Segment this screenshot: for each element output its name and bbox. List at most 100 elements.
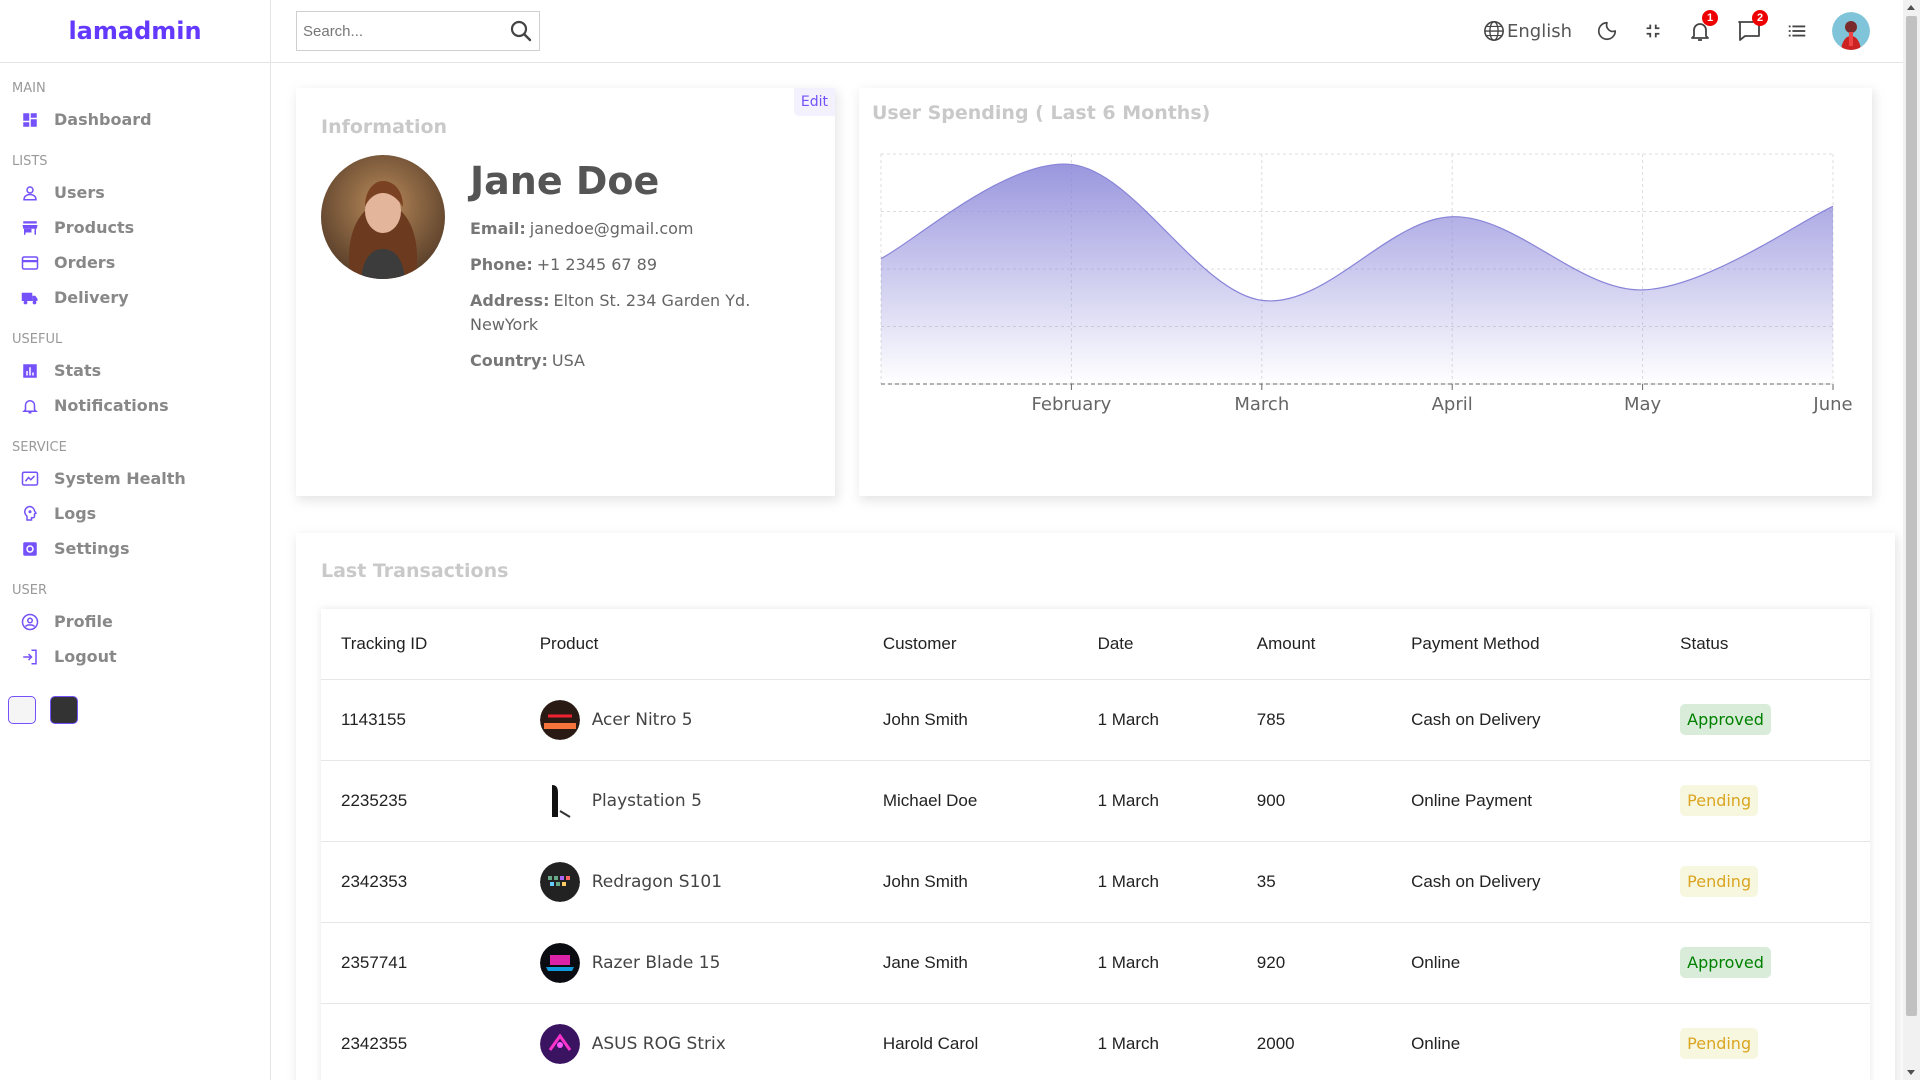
spending-chart: February March April May June xyxy=(880,153,1853,415)
sidebar-item-label: Delivery xyxy=(54,288,129,307)
status-badge: Pending xyxy=(1680,865,1759,897)
sidebar-nav: MAIN Dashboard LISTS Users Products Orders Del… xyxy=(0,63,270,674)
date-cell: 1 March xyxy=(1077,922,1237,1004)
store-icon xyxy=(20,218,40,238)
date-cell: 1 March xyxy=(1077,841,1237,923)
payment-method-cell: Cash on Delivery xyxy=(1391,841,1661,923)
sidebar-item-label: Settings xyxy=(54,539,130,558)
product-image xyxy=(539,861,580,902)
single-user-page: Edit Information Jane Doe Email: janedoe… xyxy=(271,63,1920,1080)
status-badge: Approved xyxy=(1680,946,1771,978)
amount-cell: 35 xyxy=(1236,841,1392,923)
status-cell: Approved xyxy=(1660,679,1870,761)
scrollbar[interactable] xyxy=(1903,0,1920,1080)
scrollbar-thumb[interactable] xyxy=(1906,16,1917,1016)
table-header-row: Tracking ID Product Customer Date Amount Paym… xyxy=(321,609,1870,680)
table-row[interactable]: 2235235 Playstation 5 Michael Doe 1 March 90… xyxy=(321,760,1870,842)
sidebar-section-title: USER xyxy=(12,583,48,598)
status-badge: Pending xyxy=(1680,1027,1759,1059)
sidebar-item-products[interactable]: Products xyxy=(12,210,270,245)
sidebar-item-dashboard[interactable]: Dashboard xyxy=(12,102,270,137)
status-badge: Pending xyxy=(1680,784,1759,816)
table-row[interactable]: 2342355 ASUS ROG Strix Harold Carol 1 March… xyxy=(321,1003,1870,1080)
system-health-icon xyxy=(20,469,40,489)
fullscreen-button[interactable] xyxy=(1642,20,1664,42)
customer-cell: John Smith xyxy=(862,841,1078,923)
edit-button[interactable]: Edit xyxy=(793,88,835,116)
tracking-id-cell: 2342353 xyxy=(321,841,520,923)
sidebar-item-logout[interactable]: Logout xyxy=(12,639,270,674)
language-icon xyxy=(1483,20,1505,42)
sidebar-item-users[interactable]: Users xyxy=(12,175,270,210)
scroll-down-icon[interactable] xyxy=(1907,1070,1915,1075)
sidebar-section-title: USEFUL xyxy=(12,332,63,347)
column-header: Status xyxy=(1660,609,1870,680)
transactions-card: Last Transactions Tracking ID Product Cust… xyxy=(296,533,1895,1080)
product-name: Acer Nitro 5 xyxy=(591,709,693,730)
sidebar-item-profile[interactable]: Profile xyxy=(12,604,270,639)
payment-method-cell: Online Payment xyxy=(1391,760,1661,842)
fullscreen-exit-icon xyxy=(1642,20,1664,42)
product-cell: Redragon S101 xyxy=(519,841,863,923)
credit-card-icon xyxy=(20,253,40,273)
tracking-id-cell: 2357741 xyxy=(321,922,520,1004)
email-key: Email: xyxy=(470,219,526,238)
sidebar-item-label: Products xyxy=(54,218,135,237)
sidebar-item-system-health[interactable]: System Health xyxy=(12,461,270,496)
customer-cell: John Smith xyxy=(862,679,1078,761)
status-cell: Pending xyxy=(1660,760,1870,842)
tracking-id-cell: 2342355 xyxy=(321,1003,520,1080)
address-key: Address: xyxy=(470,291,550,310)
sidebar-item-delivery[interactable]: Delivery xyxy=(12,280,270,315)
information-title: Information xyxy=(321,116,448,138)
logo-area: lamadmin xyxy=(0,0,270,63)
product-image xyxy=(539,1023,580,1064)
logo[interactable]: lamadmin xyxy=(68,17,201,45)
table-row[interactable]: 2342353 Redragon S101 John Smith 1 March 35 C… xyxy=(321,841,1870,923)
search-icon[interactable] xyxy=(509,19,533,43)
list-button[interactable] xyxy=(1786,20,1808,42)
x-tick-label: February xyxy=(1032,394,1112,415)
table-row[interactable]: 2357741 Razer Blade 15 Jane Smith 1 March 92… xyxy=(321,922,1870,1004)
notifications-counter: 1 xyxy=(1702,10,1718,26)
avatar[interactable] xyxy=(1832,12,1870,50)
amount-cell: 2000 xyxy=(1236,1003,1392,1080)
notifications-button[interactable]: 1 xyxy=(1688,10,1718,43)
sidebar-item-settings[interactable]: Settings xyxy=(12,531,270,566)
sidebar-item-stats[interactable]: Stats xyxy=(12,353,270,388)
product-cell: Razer Blade 15 xyxy=(519,922,863,1004)
product-wrapper: Acer Nitro 5 xyxy=(539,699,863,740)
sidebar-item-label: Profile xyxy=(54,612,113,631)
product-wrapper: Redragon S101 xyxy=(539,861,863,902)
sidebar-item-notifications[interactable]: Notifications xyxy=(12,388,270,423)
scroll-up-icon[interactable] xyxy=(1907,5,1915,10)
date-cell: 1 March xyxy=(1077,760,1237,842)
messages-button[interactable]: 2 xyxy=(1736,10,1768,43)
column-header: Tracking ID xyxy=(321,609,520,680)
product-image xyxy=(539,699,580,740)
country-row: Country: USA xyxy=(470,349,770,373)
dark-theme-button[interactable] xyxy=(50,696,78,724)
search-input[interactable] xyxy=(303,22,503,40)
status-badge: Approved xyxy=(1680,703,1771,735)
country-key: Country: xyxy=(470,351,548,370)
light-theme-button[interactable] xyxy=(8,696,36,724)
information-card: Edit Information Jane Doe Email: janedoe… xyxy=(296,88,835,496)
language-selector[interactable]: English xyxy=(1483,20,1572,42)
profile-icon xyxy=(20,612,40,632)
product-wrapper: ASUS ROG Strix xyxy=(539,1023,863,1064)
x-tick-label: May xyxy=(1624,394,1662,415)
sidebar-item-orders[interactable]: Orders xyxy=(12,245,270,280)
tracking-id-cell: 1143155 xyxy=(321,679,520,761)
dark-mode-toggle[interactable] xyxy=(1596,20,1618,42)
user-details: Jane Doe Email: janedoe@gmail.com Phone: +… xyxy=(470,155,770,385)
table-row[interactable]: 1143155 Acer Nitro 5 John Smith 1 March 785 C… xyxy=(321,679,1870,761)
product-cell: ASUS ROG Strix xyxy=(519,1003,863,1080)
sidebar: lamadmin MAIN Dashboard LISTS Users Products… xyxy=(0,0,271,1080)
chart-icon xyxy=(20,361,40,381)
sidebar-item-logs[interactable]: Logs xyxy=(12,496,270,531)
sidebar-item-label: Logout xyxy=(54,647,117,666)
theme-options xyxy=(0,696,270,724)
amount-cell: 785 xyxy=(1236,679,1392,761)
status-cell: Pending xyxy=(1660,841,1870,923)
